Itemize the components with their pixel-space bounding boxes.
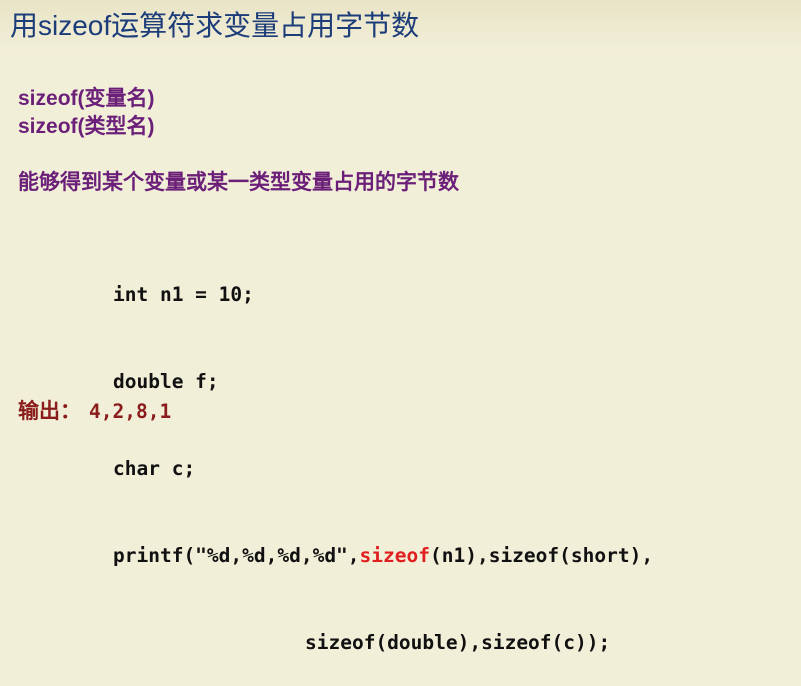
code-line-2: double f; xyxy=(113,370,219,393)
code-block: int n1 = 10; double f; char c; printf("%… xyxy=(113,222,653,686)
code-line-4: printf("%d,%d,%d,%d",sizeof(n1),sizeof(s… xyxy=(113,541,653,570)
output-label: 输出： xyxy=(18,400,81,423)
output-line: 输出： 4,2,8,1 xyxy=(18,395,171,425)
syntax-variable: sizeof(变量名) xyxy=(18,87,155,110)
slide-title: 用sizeof运算符求变量占用字节数 xyxy=(10,10,420,41)
syntax-type: sizeof(类型名) xyxy=(18,115,155,138)
code-line-5: sizeof(double),sizeof(c)); xyxy=(305,631,611,654)
code-line-1: int n1 = 10; xyxy=(113,283,254,306)
sizeof-highlight: sizeof xyxy=(359,544,430,567)
code-line-3: char c; xyxy=(113,457,196,480)
code-line-4-pre: printf("%d,%d,%d,%d", xyxy=(113,544,360,567)
code-line-4-post: (n1),sizeof(short), xyxy=(430,544,654,567)
output-value: 4,2,8,1 xyxy=(89,400,172,423)
description: 能够得到某个变量或某一类型变量占用的字节数 xyxy=(18,171,459,194)
